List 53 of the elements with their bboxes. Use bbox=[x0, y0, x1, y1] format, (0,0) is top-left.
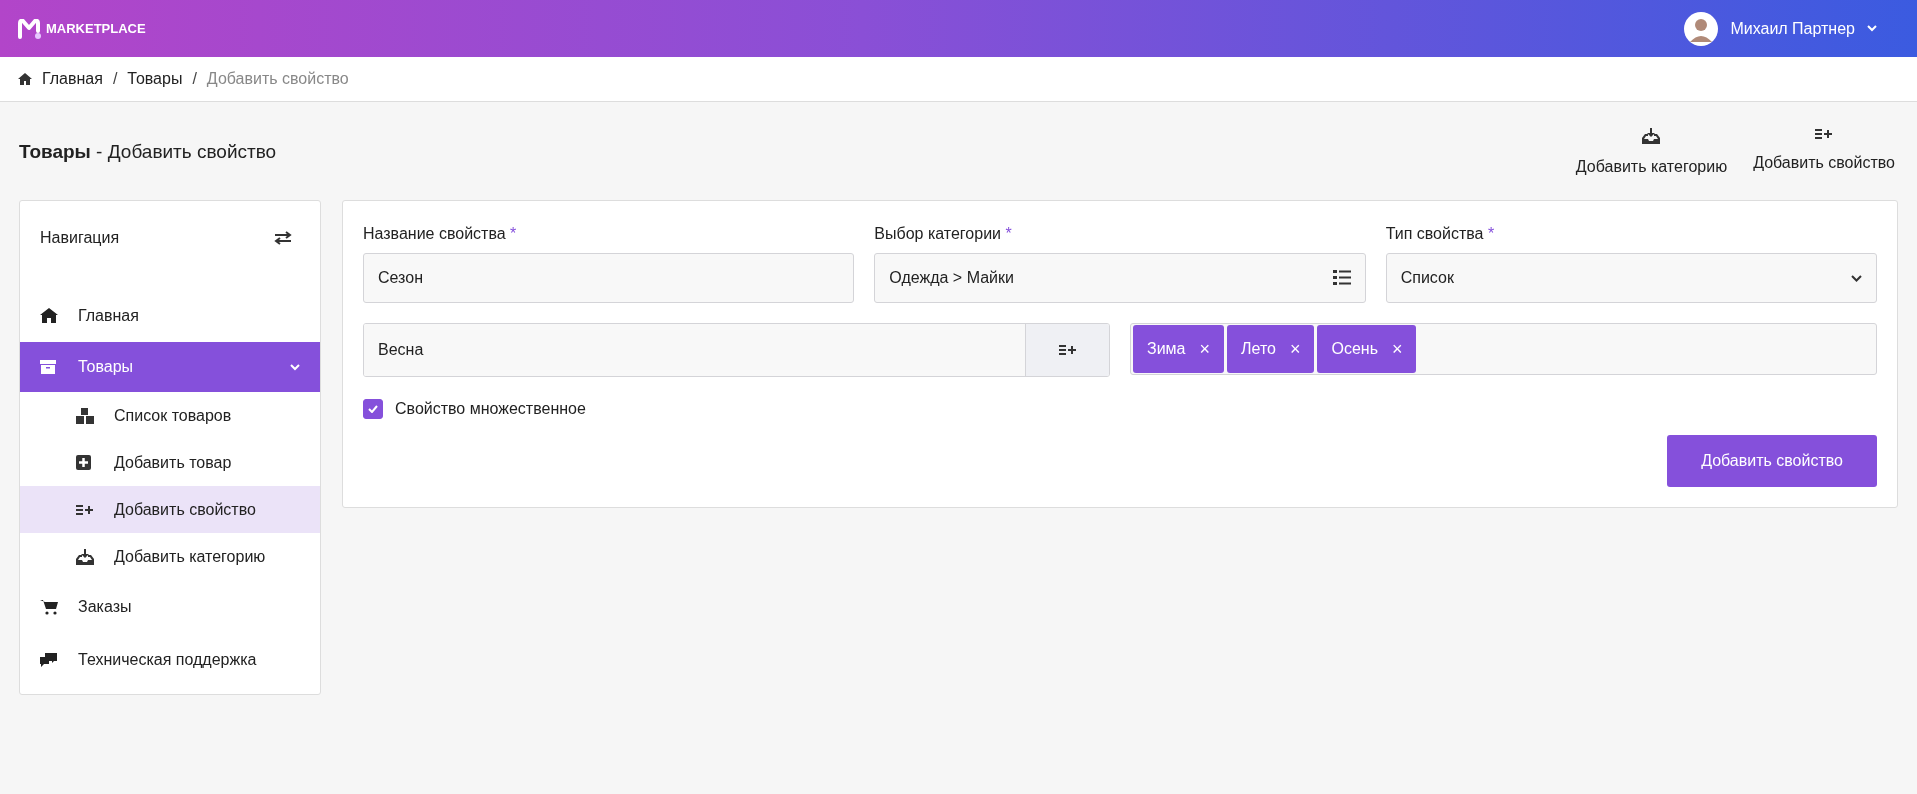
checkbox-label: Свойство множественное bbox=[395, 400, 586, 418]
list-plus-icon bbox=[1815, 128, 1834, 140]
page-action-button[interactable]: Добавить категорию bbox=[1575, 128, 1728, 176]
tag-remove-button[interactable]: × bbox=[1289, 338, 1301, 360]
breadcrumb-link[interactable]: Товары bbox=[127, 70, 183, 88]
page-action-button[interactable]: Добавить свойство bbox=[1753, 128, 1895, 176]
cart-icon bbox=[40, 598, 58, 615]
sidebar-item[interactable]: Товары bbox=[20, 342, 320, 392]
chevron-down-icon bbox=[1851, 274, 1862, 282]
current-page-label: Добавить свойство bbox=[206, 70, 349, 88]
sidebar-subitem[interactable]: Добавить свойство bbox=[20, 486, 320, 533]
logo-text: MARKETPLACE bbox=[46, 21, 146, 36]
input-field[interactable]: Сезон bbox=[363, 253, 855, 303]
tag-chip: Осень × bbox=[1317, 325, 1417, 373]
list-plus-icon bbox=[76, 503, 94, 516]
page-title: Товары - Добавить свойство bbox=[19, 141, 277, 163]
list-icon bbox=[1332, 270, 1351, 286]
avatar-icon bbox=[1684, 11, 1719, 46]
inbox-download-icon bbox=[76, 548, 94, 565]
input-field[interactable]: Одежда > Майки bbox=[874, 253, 1366, 303]
breadcrumb-separator: / bbox=[192, 70, 197, 88]
sidebar-subitem[interactable]: Список товаров bbox=[20, 392, 320, 439]
select-field[interactable]: Список bbox=[1385, 253, 1877, 303]
plus-square-icon bbox=[76, 455, 91, 470]
checkbox[interactable] bbox=[363, 399, 383, 419]
field-label: Тип свойства * bbox=[1385, 225, 1496, 243]
sidebar-title: Навигация bbox=[40, 229, 120, 247]
boxes-icon bbox=[76, 407, 94, 424]
tag-input-field[interactable]: Зима × Лето × Осень × bbox=[1130, 323, 1877, 375]
sidebar-subitem[interactable]: Добавить категорию bbox=[20, 533, 320, 580]
sidebar-subitem[interactable]: Добавить товар bbox=[20, 439, 320, 486]
logo-icon bbox=[18, 18, 42, 39]
swap-arrows-icon[interactable] bbox=[274, 231, 292, 245]
sidebar-item[interactable]: Главная bbox=[20, 289, 320, 342]
chat-bubbles-icon bbox=[40, 652, 57, 667]
user-menu[interactable]: Михаил Партнер bbox=[1684, 11, 1877, 46]
tag-chip: Лето × bbox=[1227, 325, 1315, 373]
tag-chip: Зима × bbox=[1133, 325, 1224, 373]
tag-remove-button[interactable]: × bbox=[1199, 338, 1210, 360]
breadcrumb-separator: / bbox=[112, 70, 118, 88]
archive-box-icon bbox=[40, 360, 56, 374]
sidebar-item[interactable]: Заказы bbox=[20, 580, 320, 633]
inbox-download-icon bbox=[1642, 128, 1661, 144]
checkmark-icon bbox=[368, 405, 378, 413]
sidebar-item[interactable]: Техническая поддержка bbox=[20, 633, 320, 686]
chevron-down-icon bbox=[1867, 25, 1877, 32]
home-icon bbox=[18, 73, 32, 85]
tag-remove-button[interactable]: × bbox=[1391, 338, 1403, 360]
breadcrumb-link[interactable]: Главная bbox=[42, 70, 103, 88]
field-label: Название свойства * bbox=[363, 225, 518, 243]
home-icon bbox=[40, 308, 58, 323]
submit-button[interactable]: Добавить свойство bbox=[1667, 435, 1877, 487]
field-label: Выбор категории * bbox=[874, 225, 1013, 243]
